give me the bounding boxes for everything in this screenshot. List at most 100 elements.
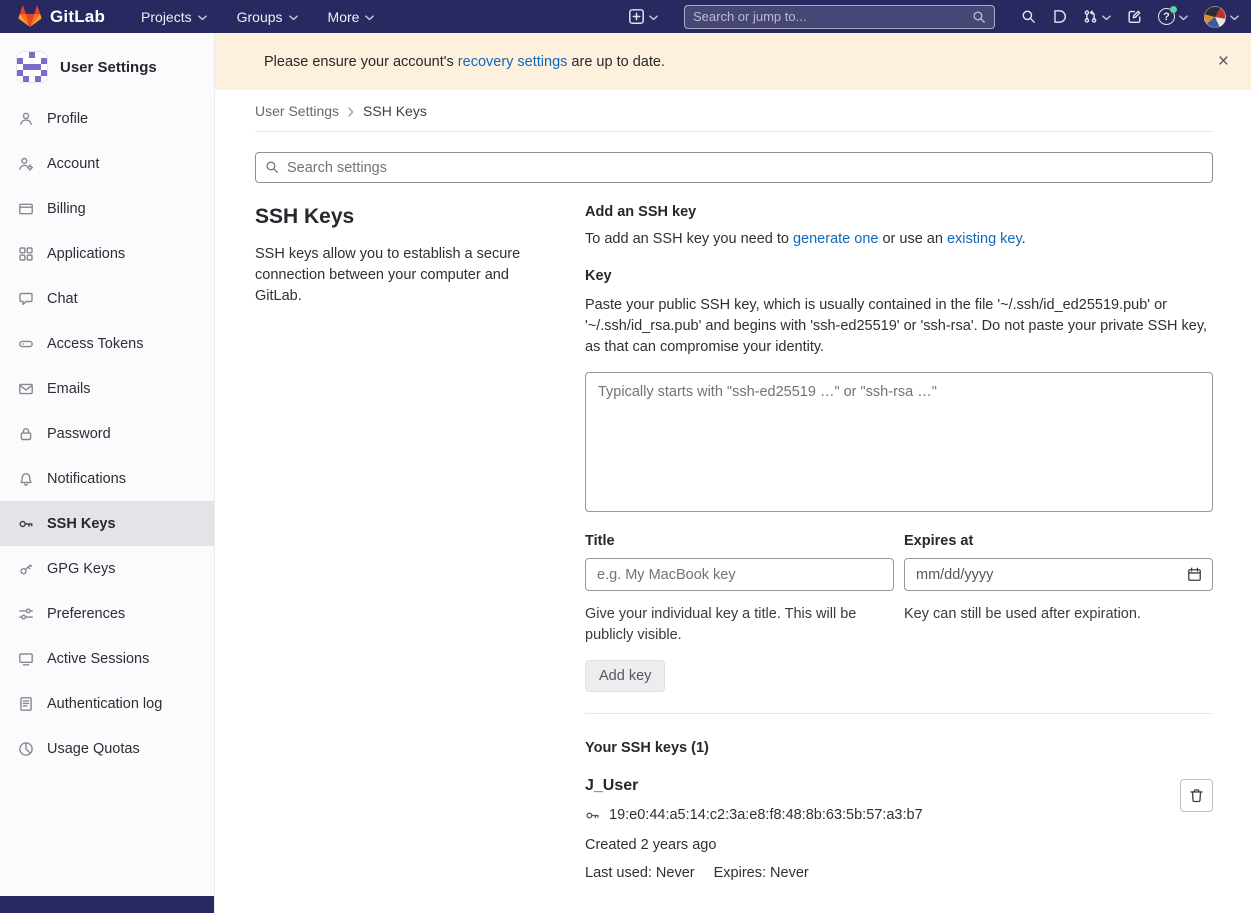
sidebar-item-label: Chat xyxy=(47,291,78,307)
sidebar-item-label: Authentication log xyxy=(47,696,162,712)
new-menu-button[interactable] xyxy=(628,8,658,25)
user-settings-avatar xyxy=(16,51,48,83)
page-description: SSH keys allow you to establish a secure… xyxy=(255,244,555,307)
form-intro: To add an SSH key you need to generate o… xyxy=(585,231,1213,247)
sidebar-item-label: Password xyxy=(47,426,111,442)
help-button[interactable] xyxy=(1158,8,1188,25)
sidebar-item-label: Usage Quotas xyxy=(47,741,140,757)
sidebar-item-authentication-log[interactable]: Authentication log xyxy=(0,681,214,726)
delete-key-button[interactable] xyxy=(1180,779,1213,812)
sidebar-nav: Profile Account Billing Applications Cha… xyxy=(0,96,214,771)
add-ssh-key-form: Add an SSH key To add an SSH key you nee… xyxy=(585,201,1213,881)
nav-more-label: More xyxy=(328,9,360,25)
sidebar-item-account[interactable]: Account xyxy=(0,141,214,186)
settings-search-input[interactable] xyxy=(255,152,1213,183)
sidebar-item-emails[interactable]: Emails xyxy=(0,366,214,411)
nav-more[interactable]: More xyxy=(328,9,375,25)
search-icon xyxy=(972,10,986,24)
breadcrumb-ssh-keys: SSH Keys xyxy=(363,103,427,119)
todos-button[interactable] xyxy=(1127,9,1142,24)
sidebar-item-chat[interactable]: Chat xyxy=(0,276,214,321)
sidebar-item-usage-quotas[interactable]: Usage Quotas xyxy=(0,726,214,771)
ssh-key-meta: Last used: Never Expires: Never xyxy=(585,865,923,881)
add-key-button[interactable]: Add key xyxy=(585,660,665,692)
your-ssh-keys-heading: Your SSH keys (1) xyxy=(585,740,1213,756)
global-search-input[interactable] xyxy=(693,9,972,24)
key-title-input[interactable] xyxy=(585,558,894,591)
breadcrumb-user-settings[interactable]: User Settings xyxy=(255,103,339,119)
user-icon xyxy=(18,111,34,127)
search-icon xyxy=(265,160,279,174)
alert-close-button[interactable]: × xyxy=(1212,50,1235,73)
recovery-settings-link[interactable]: recovery settings xyxy=(458,54,568,70)
plus-square-icon xyxy=(628,8,645,25)
sidebar-item-ssh-keys[interactable]: SSH Keys xyxy=(0,501,214,546)
chevron-down-icon xyxy=(1102,15,1111,21)
tanuki-icon xyxy=(18,5,42,28)
form-section-title: Add an SSH key xyxy=(585,204,1213,220)
sidebar-item-gpg-keys[interactable]: GPG Keys xyxy=(0,546,214,591)
sidebar-item-preferences[interactable]: Preferences xyxy=(0,591,214,636)
existing-key-link[interactable]: existing key xyxy=(947,231,1022,247)
calendar-icon[interactable] xyxy=(1187,567,1202,582)
merge-request-icon xyxy=(1083,9,1098,24)
merge-requests-button[interactable] xyxy=(1083,9,1111,24)
search-button[interactable] xyxy=(1021,9,1036,24)
alert-message: Please ensure your account's recovery se… xyxy=(264,54,665,70)
sidebar-item-password[interactable]: Password xyxy=(0,411,214,456)
sidebar-header: User Settings xyxy=(0,33,214,96)
breadcrumb: User Settings SSH Keys xyxy=(255,90,1213,132)
chevron-right-icon xyxy=(348,107,354,117)
section-summary: SSH Keys SSH keys allow you to establish… xyxy=(255,201,585,881)
ssh-key-name: J_User xyxy=(585,777,923,795)
sliders-icon xyxy=(18,606,34,622)
key-field-help: Paste your public SSH key, which is usua… xyxy=(585,295,1213,358)
nav-groups[interactable]: Groups xyxy=(237,9,298,25)
date-placeholder: mm/dd/yyyy xyxy=(916,567,993,583)
gitlab-logo[interactable]: GitLab xyxy=(18,5,105,28)
token-icon xyxy=(18,336,34,352)
credit-card-icon xyxy=(18,201,34,217)
expires-at-input[interactable]: mm/dd/yyyy xyxy=(904,558,1213,591)
user-menu-button[interactable] xyxy=(1204,6,1239,28)
title-field-help: Give your individual key a title. This w… xyxy=(585,604,894,646)
sidebar-title: User Settings xyxy=(60,59,157,76)
sidebar-item-label: Profile xyxy=(47,111,88,127)
sidebar-item-active-sessions[interactable]: Active Sessions xyxy=(0,636,214,681)
sidebar-item-access-tokens[interactable]: Access Tokens xyxy=(0,321,214,366)
expires-field-label: Expires at xyxy=(904,533,1213,549)
main-content: User Settings SSH Keys SSH Keys SSH keys… xyxy=(215,90,1251,913)
gitlab-wordmark: GitLab xyxy=(50,7,105,27)
sidebar-item-label: Active Sessions xyxy=(47,651,149,667)
chevron-down-icon xyxy=(365,15,374,21)
sidebar-item-label: Notifications xyxy=(47,471,126,487)
sidebar-item-billing[interactable]: Billing xyxy=(0,186,214,231)
issues-button[interactable] xyxy=(1052,9,1067,24)
sidebar-item-applications[interactable]: Applications xyxy=(0,231,214,276)
intro-text: or use an xyxy=(878,231,947,247)
chevron-down-icon xyxy=(1230,15,1239,21)
pie-chart-icon xyxy=(18,741,34,757)
key-field-label: Key xyxy=(585,268,1213,284)
expires-field-help: Key can still be used after expiration. xyxy=(904,604,1213,625)
fingerprint-row: 19:e0:44:a5:14:c2:3a:e8:f8:48:8b:63:5b:5… xyxy=(585,807,923,823)
search-icon xyxy=(1021,9,1036,24)
top-navbar: GitLab Projects Groups More xyxy=(0,0,1251,33)
sidebar-item-label: Applications xyxy=(47,246,125,262)
title-field-label: Title xyxy=(585,533,894,549)
sidebar-item-label: Access Tokens xyxy=(47,336,143,352)
generate-one-link[interactable]: generate one xyxy=(793,231,878,247)
ssh-key-textarea[interactable] xyxy=(585,372,1213,512)
settings-search xyxy=(255,152,1213,183)
sidebar-item-notifications[interactable]: Notifications xyxy=(0,456,214,501)
sidebar-item-label: Emails xyxy=(47,381,91,397)
nav-projects[interactable]: Projects xyxy=(141,9,207,25)
sidebar-item-profile[interactable]: Profile xyxy=(0,96,214,141)
ssh-key-created: Created 2 years ago xyxy=(585,837,923,853)
global-search xyxy=(684,5,995,29)
expires-field-group: Expires at mm/dd/yyyy Key can still be u… xyxy=(904,533,1213,646)
envelope-icon xyxy=(18,381,34,397)
sidebar-item-label: Preferences xyxy=(47,606,125,622)
sidebar-footer xyxy=(0,896,214,913)
ssh-key-info: J_User 19:e0:44:a5:14:c2:3a:e8:f8:48:8b:… xyxy=(585,777,923,881)
